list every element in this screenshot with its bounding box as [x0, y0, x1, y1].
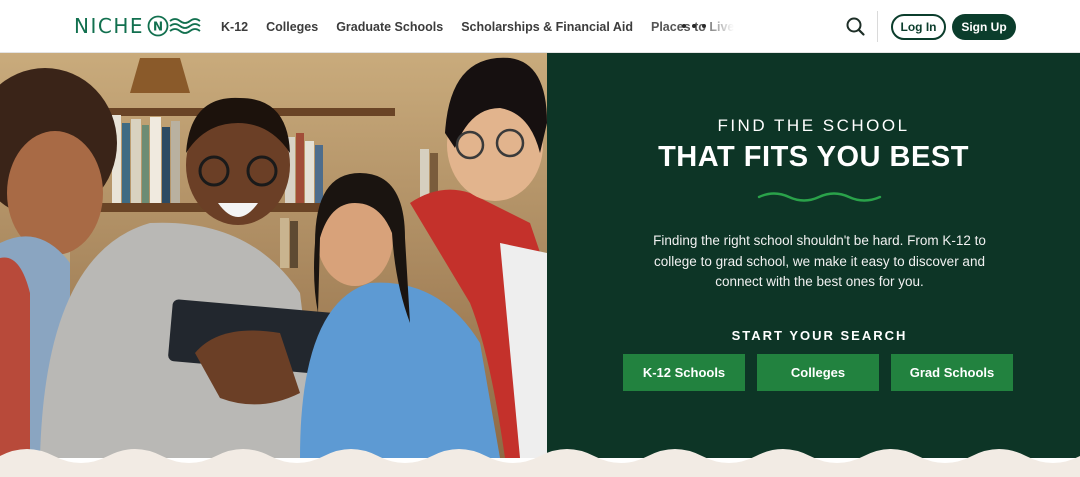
logo-mark-letter: N [153, 20, 163, 34]
hero-headline: THAT FITS YOU BEST [658, 141, 969, 173]
nav-link-scholarships[interactable]: Scholarships & Financial Aid [461, 20, 633, 34]
hero-description: Finding the right school shouldn't be ha… [653, 233, 986, 289]
wave-divider [0, 449, 1080, 477]
top-navigation: NICHE N K-12 Colleges Graduate Schools S… [0, 0, 1080, 53]
nav-divider [877, 11, 878, 42]
start-search-label: START YOUR SEARCH [731, 328, 908, 343]
niche-logo[interactable]: NICHE N [74, 12, 207, 40]
logo-wordmark: NICHE [74, 14, 144, 38]
hero-photo-illustration [0, 53, 547, 458]
search-icon[interactable] [844, 15, 866, 37]
nav-link-graduate-schools[interactable]: Graduate Schools [336, 20, 443, 34]
grad-schools-button[interactable]: Grad Schools [891, 354, 1013, 391]
hero-eyebrow: FIND THE SCHOOL [717, 116, 910, 135]
signup-button[interactable]: Sign Up [952, 14, 1016, 40]
k12-schools-button[interactable]: K-12 Schools [623, 354, 745, 391]
search-buttons: K-12 Schools Colleges Grad Schools [623, 354, 1013, 391]
nav-link-colleges[interactable]: Colleges [266, 20, 318, 34]
more-dot [682, 24, 686, 28]
nav-link-k12[interactable]: K-12 [221, 20, 248, 34]
more-dot [702, 24, 706, 28]
hero-photo-students [0, 53, 547, 458]
login-button[interactable]: Log In [891, 14, 946, 40]
logo-wave-icon: N [147, 15, 201, 37]
primary-nav-links: K-12 Colleges Graduate Schools Scholarsh… [221, 0, 752, 53]
squiggle-divider [757, 192, 882, 202]
more-dot [692, 24, 696, 28]
hero-panel: FIND THE SCHOOL THAT FITS YOU BEST Findi… [547, 53, 1080, 458]
more-horizontal-icon[interactable] [682, 18, 706, 34]
colleges-button[interactable]: Colleges [757, 354, 879, 391]
